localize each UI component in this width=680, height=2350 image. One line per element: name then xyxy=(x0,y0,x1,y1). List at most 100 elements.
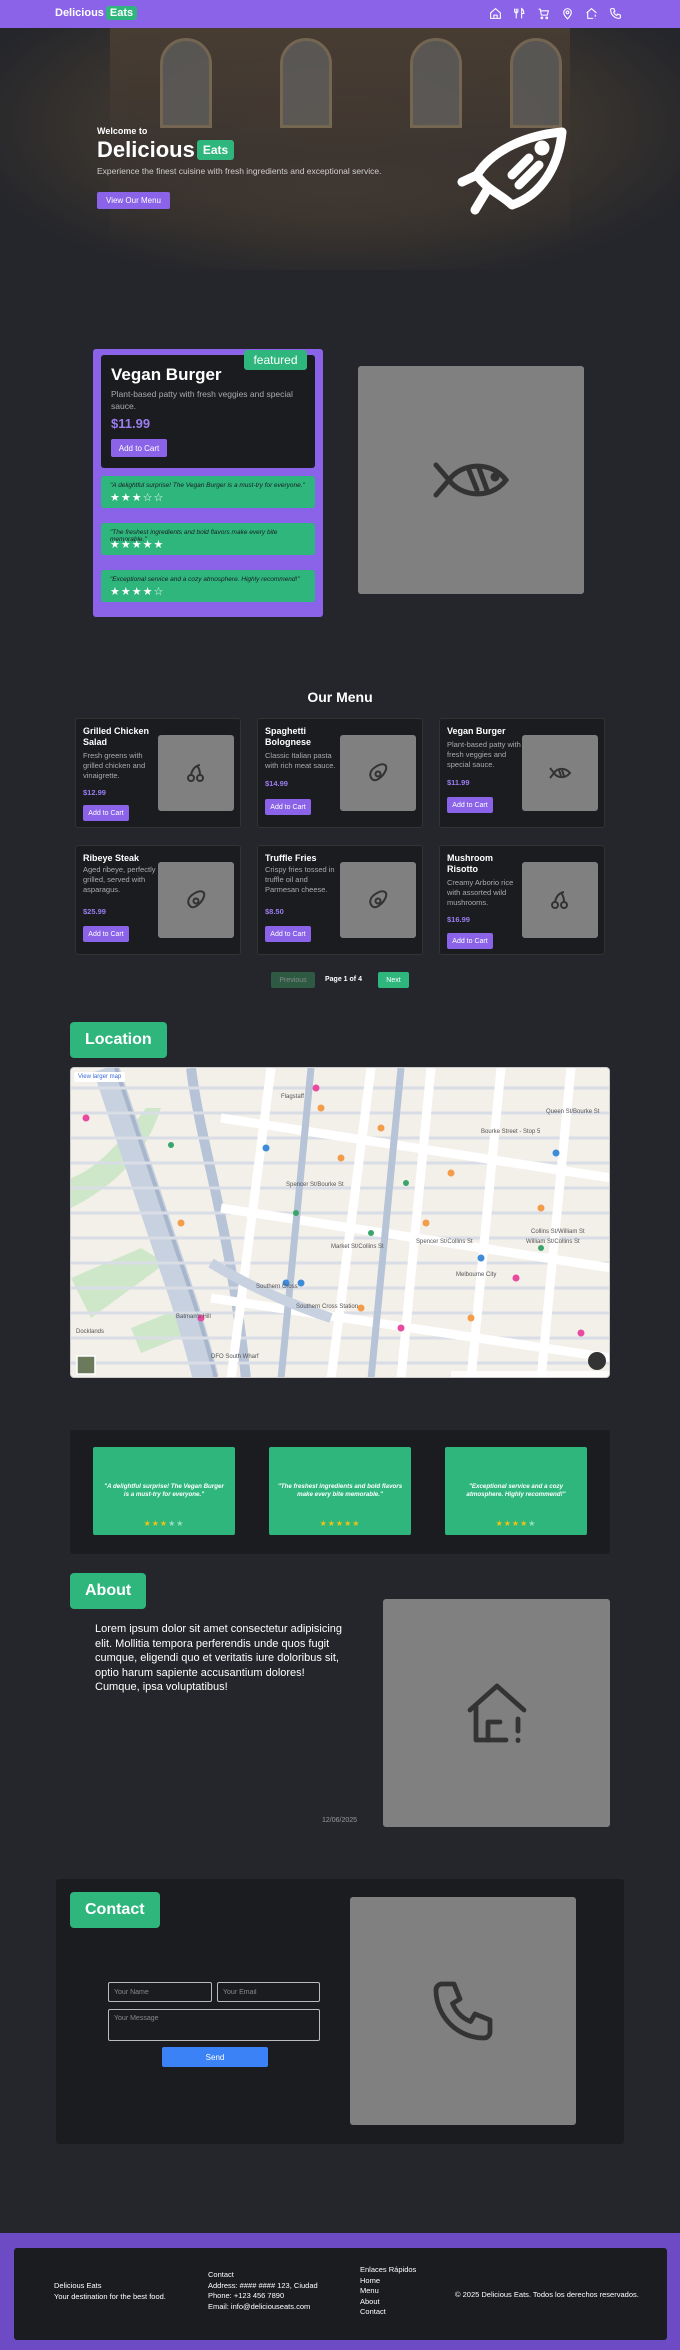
menu-item-image xyxy=(522,862,598,938)
hero-title-text: Delicious xyxy=(97,137,195,162)
featured-name: Vegan Burger xyxy=(111,365,222,384)
about-image-placeholder xyxy=(383,1599,610,1827)
pagination-info: Page 1 of 4 xyxy=(325,976,362,983)
avocado-icon xyxy=(187,890,206,909)
map-label: Spencer St/Collins St xyxy=(416,1239,473,1245)
footer-link-contact[interactable]: Contact xyxy=(360,2307,416,2318)
map-canvas: Spencer St/Bourke St Collins St/William … xyxy=(71,1068,609,1377)
menu-item-name: Spaghetti Bolognese xyxy=(265,726,312,747)
name-field[interactable] xyxy=(108,1982,212,2002)
review-stars: ★★★☆☆ xyxy=(110,492,165,504)
add-to-cart-button[interactable]: Add to Cart xyxy=(83,926,129,942)
map-label: Melbourne City xyxy=(456,1272,496,1278)
map-label: Market St/Collins St xyxy=(331,1244,384,1250)
add-to-cart-button[interactable]: Add to Cart xyxy=(265,799,311,815)
map-label: Queen St/Bourke St xyxy=(546,1109,600,1115)
featured-add-to-cart-button[interactable]: Add to Cart xyxy=(111,439,167,457)
footer-link-menu[interactable]: Menu xyxy=(360,2286,416,2297)
testimonial-stars: ★★★★★ xyxy=(495,1519,537,1528)
menu-item-name: Truffle Fries xyxy=(265,853,317,863)
menu-item-desc: Crispy fries tossed in truffle oil and P… xyxy=(265,865,335,894)
about-title: About xyxy=(70,1573,147,1609)
fish-icon xyxy=(549,767,572,779)
brand-logo[interactable]: Delicious Eats xyxy=(55,6,138,20)
contact-title: Contact xyxy=(70,1892,160,1928)
testimonial-card: "A delightful surprise! The Vegan Burger… xyxy=(93,1447,235,1535)
review-text: "Exceptional service and a cozy atmosphe… xyxy=(110,576,300,583)
map-label: Batman's Hill xyxy=(176,1314,211,1320)
message-field[interactable] xyxy=(108,2009,320,2041)
brand-pill: Eats xyxy=(105,6,138,20)
view-menu-button[interactable]: View Our Menu xyxy=(97,192,170,209)
review-text: "A delightful surprise! The Vegan Burger… xyxy=(110,482,305,489)
menu-item-image xyxy=(340,862,416,938)
footer-contact-title: Contact xyxy=(208,2270,234,2279)
phone-icon xyxy=(433,1981,493,2041)
featured-badge: featured xyxy=(244,350,307,370)
footer-copyright: © 2025 Delicious Eats. Todos los derecho… xyxy=(455,2290,639,2299)
hero-title: Delicious Eats xyxy=(97,137,235,163)
home-alert-icon xyxy=(467,1683,526,1743)
menu-card: Mushroom Risotto Creamy Arborio rice wit… xyxy=(439,845,605,955)
nav-icons xyxy=(489,7,622,20)
review-card: "The freshest ingredients and bold flavo… xyxy=(101,523,315,555)
menu-item-desc: Creamy Arborio rice with assorted wild m… xyxy=(447,878,514,907)
phone-icon[interactable] xyxy=(609,7,622,20)
fish-icon xyxy=(457,127,567,215)
testimonial-stars: ★★★★★ xyxy=(143,1519,185,1528)
menu-card: Vegan Burger Plant-based patty with fres… xyxy=(439,718,605,828)
location-map[interactable]: Spencer St/Bourke St Collins St/William … xyxy=(70,1067,610,1378)
location-title: Location xyxy=(70,1022,167,1058)
pagination-previous-button[interactable]: Previous xyxy=(271,972,315,988)
cart-icon[interactable] xyxy=(537,7,550,20)
add-to-cart-button[interactable]: Add to Cart xyxy=(447,797,493,813)
menu-item-name: Mushroom Risotto xyxy=(447,853,493,874)
add-to-cart-button[interactable]: Add to Cart xyxy=(265,926,311,942)
map-label: DFO South Wharf xyxy=(211,1354,259,1360)
menu-item-desc: Aged ribeye, perfectly grilled, served w… xyxy=(83,865,156,894)
email-field[interactable] xyxy=(217,1982,320,2002)
menu-card: Spaghetti Bolognese Classic Italian past… xyxy=(257,718,423,828)
menu-item-price: $8.50 xyxy=(265,907,284,916)
menu-item-price: $11.99 xyxy=(447,778,470,787)
cherry-icon xyxy=(187,764,204,782)
review-card: "A delightful surprise! The Vegan Burger… xyxy=(101,476,315,508)
menu-title: Our Menu xyxy=(307,689,373,705)
add-to-cart-button[interactable]: Add to Cart xyxy=(83,805,129,821)
map-label: Collins St/William St xyxy=(531,1229,585,1235)
footer-link-about[interactable]: About xyxy=(360,2297,416,2308)
testimonial-text: "Exceptional service and a cozy atmosphe… xyxy=(466,1483,566,1498)
map-label: Spencer St/Bourke St xyxy=(286,1182,344,1188)
map-label: Southern Cross xyxy=(256,1284,298,1290)
utensils-icon[interactable] xyxy=(513,7,526,20)
menu-card: Truffle Fries Crispy fries tossed in tru… xyxy=(257,845,423,955)
testimonial-card: "The freshest ingredients and bold flavo… xyxy=(269,1447,411,1535)
fish-icon xyxy=(433,462,510,498)
footer-email: Email: info@deliciouseats.com xyxy=(208,2301,311,2311)
footer-brand: Delicious Eats xyxy=(54,2281,102,2290)
menu-item-name: Ribeye Steak xyxy=(83,853,140,863)
testimonial-text: "A delightful surprise! The Vegan Burger… xyxy=(104,1483,224,1498)
testimonial-text: "The freshest ingredients and bold flavo… xyxy=(277,1483,403,1498)
location-icon[interactable] xyxy=(561,7,574,20)
menu-item-name: Vegan Burger xyxy=(447,726,506,736)
pagination-next-button[interactable]: Next xyxy=(378,972,409,988)
review-card: "Exceptional service and a cozy atmosphe… xyxy=(101,570,315,602)
brand-name: Delicious xyxy=(55,7,104,19)
map-label: Southern Cross Station xyxy=(296,1304,358,1310)
hero-subtitle: Experience the finest cuisine with fresh… xyxy=(97,166,382,176)
footer-address: Address: #### #### 123, Ciudad xyxy=(208,2280,318,2290)
avocado-icon xyxy=(369,890,388,909)
menu-item-desc: Plant-based patty with fresh veggies and… xyxy=(447,740,521,769)
view-larger-map-link[interactable]: View larger map xyxy=(74,1072,126,1082)
footer-link-home[interactable]: Home xyxy=(360,2276,416,2287)
add-to-cart-button[interactable]: Add to Cart xyxy=(447,933,493,949)
home-alert-icon[interactable] xyxy=(585,7,598,20)
featured-price: $11.99 xyxy=(111,416,151,431)
featured-description: Plant-based patty with fresh veggies and… xyxy=(111,389,293,411)
menu-item-price: $16.99 xyxy=(447,915,470,924)
map-label: Flagstaff xyxy=(281,1094,304,1100)
send-button[interactable]: Send xyxy=(162,2047,268,2067)
home-icon[interactable] xyxy=(489,7,502,20)
footer-phone: Phone: +123 456 7890 xyxy=(208,2291,285,2300)
